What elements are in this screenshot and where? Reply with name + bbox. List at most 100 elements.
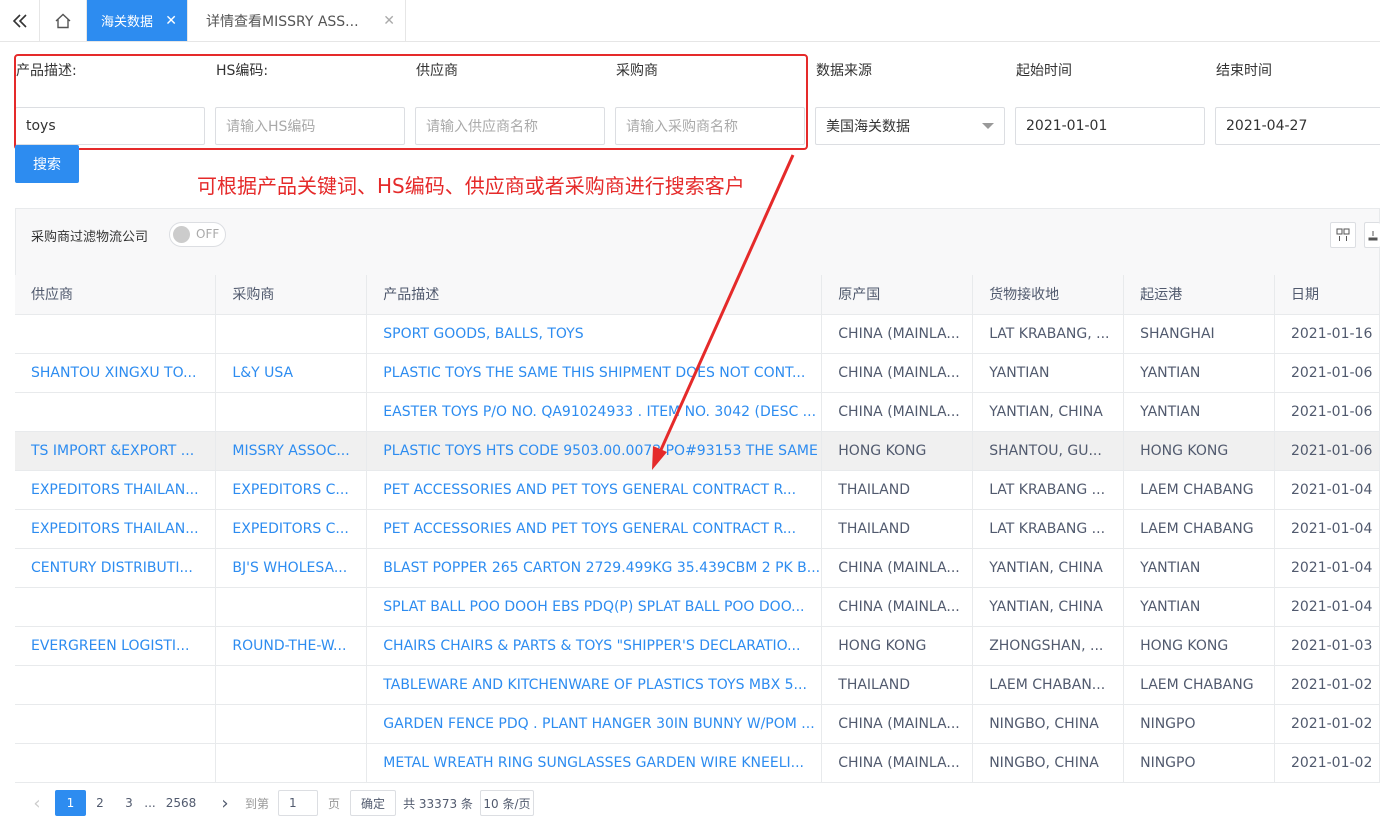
cell-product-description[interactable]: CHAIRS CHAIRS & PARTS & TOYS "SHIPPER'S … [366,626,823,666]
table-row[interactable]: GARDEN FENCE PDQ . PLANT HANGER 30IN BUN… [15,704,1380,744]
cell-buyer[interactable]: EXPEDITORS C... [215,470,368,510]
cell-product-description[interactable]: PLASTIC TOYS HTS CODE 9503.00.0073 PO#93… [366,431,823,471]
cell-origin-country: CHINA (MAINLA... [821,314,974,354]
filter-logistics-toggle[interactable]: OFF [169,222,226,247]
home-icon[interactable] [40,0,87,41]
cell-buyer[interactable] [215,704,368,744]
table-row[interactable]: SPLAT BALL POO DOOH EBS PDQ(P) SPLAT BAL… [15,587,1380,627]
cell-buyer[interactable]: MISSRY ASSOC... [215,431,368,471]
cell-origin-country: HONG KONG [821,626,974,666]
cell-supplier[interactable] [15,314,217,354]
table-row[interactable]: METAL WREATH RING SUNGLASSES GARDEN WIRE… [15,743,1380,783]
page-last-button[interactable]: 2568 [163,790,199,816]
search-button[interactable]: 搜索 [15,145,79,183]
table-row[interactable]: EXPEDITORS THAILAN... EXPEDITORS C... PET … [15,509,1380,549]
cell-supplier[interactable]: TS IMPORT &EXPORT ... [15,431,217,471]
cell-port-of-loading: YANTIAN [1123,548,1275,588]
start-date-input[interactable]: 2021-01-01 [1015,107,1205,145]
cell-date: 2021-01-02 [1274,665,1380,705]
cell-origin-country: THAILAND [821,470,974,510]
cell-product-description[interactable]: PLASTIC TOYS THE SAME THIS SHIPMENT DOES… [366,353,823,393]
cell-product-description[interactable]: SPLAT BALL POO DOOH EBS PDQ(P) SPLAT BAL… [366,587,823,627]
cell-origin-country: CHINA (MAINLA... [821,743,974,783]
next-page-button[interactable]: › [216,790,234,816]
table-row[interactable]: EVERGREEN LOGISTI... ROUND-THE-W... CHAIRS… [15,626,1380,666]
cell-supplier[interactable]: CENTURY DISTRIBUTI... [15,548,217,588]
cell-buyer[interactable]: L&Y USA [215,353,368,393]
cell-destination: LAT KRABANG ... [972,470,1125,510]
cell-buyer[interactable]: EXPEDITORS C... [215,509,368,549]
cell-port-of-loading: NINGPO [1123,704,1275,744]
table-row[interactable]: SPORT GOODS, BALLS, TOYS CHINA (MAINLA...… [15,314,1380,354]
cell-buyer[interactable] [215,392,368,432]
cell-supplier[interactable]: EXPEDITORS THAILAN... [15,509,217,549]
cell-supplier[interactable] [15,704,217,744]
cell-product-description[interactable]: TABLEWARE AND KITCHENWARE OF PLASTICS TO… [366,665,823,705]
cell-product-description[interactable]: BLAST POPPER 265 CARTON 2729.499KG 35.43… [366,548,823,588]
cell-product-description[interactable]: PET ACCESSORIES AND PET TOYS GENERAL CON… [366,470,823,510]
cell-buyer[interactable] [215,314,368,354]
page-3-button[interactable]: 3 [117,790,141,816]
table-row[interactable]: TABLEWARE AND KITCHENWARE OF PLASTICS TO… [15,665,1380,705]
column-header-origin-country[interactable]: 原产国 [821,275,974,315]
cell-port-of-loading: LAEM CHABANG [1123,509,1275,549]
cell-buyer[interactable] [215,665,368,705]
cell-destination: YANTIAN, CHINA [972,587,1125,627]
tab-detail-view[interactable]: 详情查看MISSRY ASS... ✕ [190,0,406,41]
cell-product-description[interactable]: SPORT GOODS, BALLS, TOYS [366,314,823,354]
table-row[interactable]: CENTURY DISTRIBUTI... BJ'S WHOLESA... BLAS… [15,548,1380,588]
cell-origin-country: CHINA (MAINLA... [821,548,974,588]
collapse-sidebar-icon[interactable] [0,0,40,41]
close-icon[interactable]: ✕ [165,13,177,29]
close-icon[interactable]: ✕ [383,13,395,29]
column-settings-button[interactable] [1330,222,1356,248]
page-ellipsis[interactable]: ... [142,790,158,816]
page-unit-label: 页 [327,796,340,811]
cell-supplier[interactable] [15,743,217,783]
cell-port-of-loading: YANTIAN [1123,392,1275,432]
end-date-label: 结束时间 [1216,63,1272,79]
cell-date: 2021-01-04 [1274,470,1380,510]
cell-product-description[interactable]: EASTER TOYS P/O NO. QA91024933 . ITEM NO… [366,392,823,432]
cell-supplier[interactable]: SHANTOU XINGXU TO... [15,353,217,393]
column-header-port-of-loading[interactable]: 起运港 [1123,275,1275,315]
column-header-buyer[interactable]: 采购商 [215,275,368,315]
cell-buyer[interactable]: BJ'S WHOLESA... [215,548,368,588]
column-header-date[interactable]: 日期 [1274,275,1380,315]
cell-buyer[interactable]: ROUND-THE-W... [215,626,368,666]
table-row[interactable]: EASTER TOYS P/O NO. QA91024933 . ITEM NO… [15,392,1380,432]
cell-product-description[interactable]: PET ACCESSORIES AND PET TOYS GENERAL CON… [366,509,823,549]
data-source-select[interactable]: 美国海关数据 [815,107,1005,145]
cell-port-of-loading: YANTIAN [1123,353,1275,393]
cell-supplier[interactable]: EXPEDITORS THAILAN... [15,470,217,510]
column-header-product-description[interactable]: 产品描述 [366,275,823,315]
goto-confirm-button[interactable]: 确定 [350,790,396,816]
end-date-input[interactable]: 2021-04-27 [1215,107,1380,145]
toggle-knob [173,226,190,243]
cell-port-of-loading: YANTIAN [1123,587,1275,627]
cell-destination: YANTIAN, CHINA [972,548,1125,588]
cell-product-description[interactable]: METAL WREATH RING SUNGLASSES GARDEN WIRE… [366,743,823,783]
export-button[interactable] [1364,222,1380,248]
cell-supplier[interactable] [15,392,217,432]
page-1-button[interactable]: 1 [55,790,86,816]
tab-customs-data[interactable]: 海关数据 ✕ [87,0,188,41]
table-row[interactable]: EXPEDITORS THAILAN... EXPEDITORS C... PET … [15,470,1380,510]
cell-date: 2021-01-16 [1274,314,1380,354]
goto-page-input[interactable]: 1 [278,790,318,816]
column-header-destination[interactable]: 货物接收地 [972,275,1125,315]
page-size-select[interactable]: 10 条/页 [480,790,534,816]
cell-buyer[interactable] [215,743,368,783]
cell-supplier[interactable] [15,587,217,627]
table-row[interactable]: SHANTOU XINGXU TO... L&Y USA PLASTIC TOYS … [15,353,1380,393]
prev-page-button[interactable]: ‹ [27,790,47,816]
cell-port-of-loading: LAEM CHABANG [1123,470,1275,510]
column-header-supplier[interactable]: 供应商 [15,275,217,315]
page-2-button[interactable]: 2 [88,790,112,816]
cell-product-description[interactable]: GARDEN FENCE PDQ . PLANT HANGER 30IN BUN… [366,704,823,744]
cell-buyer[interactable] [215,587,368,627]
cell-port-of-loading: HONG KONG [1123,431,1275,471]
table-row[interactable]: TS IMPORT &EXPORT ... MISSRY ASSOC... PLAS… [15,431,1380,471]
cell-supplier[interactable] [15,665,217,705]
cell-supplier[interactable]: EVERGREEN LOGISTI... [15,626,217,666]
